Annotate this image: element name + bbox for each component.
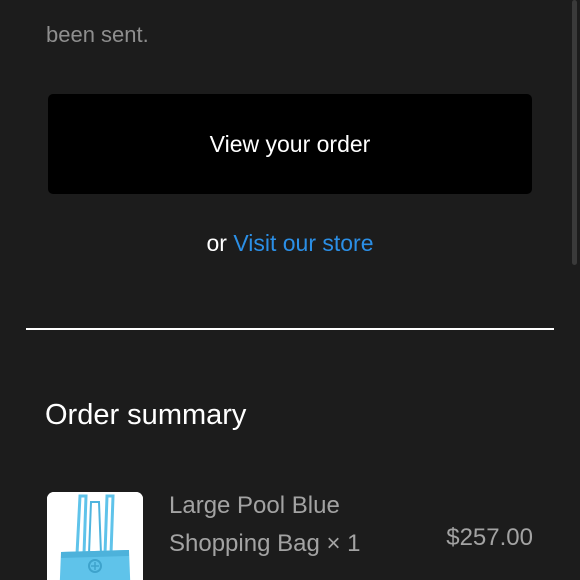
order-confirmation-page: ... been sent. View your order or Visit … [0, 0, 580, 580]
product-name: Large Pool Blue Shopping Bag × 1 [169, 487, 361, 563]
visit-store-link[interactable]: Visit our store [233, 230, 373, 256]
order-summary-title: Order summary [45, 399, 247, 431]
view-order-button[interactable]: View your order [48, 94, 532, 194]
product-name-line-1: Large Pool Blue [169, 492, 340, 519]
section-divider [26, 328, 554, 330]
product-price: $257.00 [446, 524, 533, 551]
or-label: or [206, 230, 227, 256]
product-name-line-2: Shopping Bag × 1 [169, 530, 361, 557]
product-thumbnail [47, 492, 143, 580]
visit-store-line: or Visit our store [0, 230, 580, 257]
confirmation-message-line: been sent. [46, 22, 149, 47]
scrollbar[interactable] [572, 0, 577, 265]
blue-shopping-bag-image [47, 492, 143, 580]
confirmation-message: ... been sent. [46, 0, 546, 54]
